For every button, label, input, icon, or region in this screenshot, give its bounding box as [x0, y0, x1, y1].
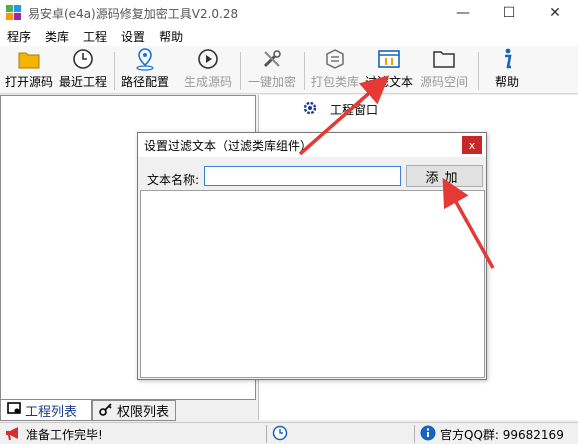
- open-source-label: 打开源码: [4, 75, 53, 89]
- toolbar-separator: [304, 52, 305, 90]
- one-click-encrypt-label: 一键加密: [247, 75, 296, 89]
- menu-settings[interactable]: 设置: [114, 28, 152, 45]
- maximize-button[interactable]: ☐: [486, 0, 532, 26]
- help-label: 帮助: [494, 75, 519, 89]
- filter-icon: [377, 47, 401, 71]
- help-button[interactable]: 帮助: [490, 46, 524, 94]
- dialog-title-bar: 设置过滤文本（过滤类库组件） x: [138, 133, 486, 157]
- key-icon: [99, 402, 113, 420]
- dialog-title: 设置过滤文本（过滤类库组件）: [144, 138, 313, 153]
- menu-project[interactable]: 工程: [76, 28, 114, 45]
- package-icon: [323, 47, 347, 71]
- info-icon: [495, 47, 519, 71]
- generate-source-button[interactable]: 生成源码: [182, 46, 234, 94]
- window-title: 易安卓(e4a)源码修复加密工具V2.0.28: [28, 6, 239, 21]
- text-name-input[interactable]: [204, 166, 401, 186]
- open-source-button[interactable]: 打开源码: [4, 46, 54, 94]
- location-pin-icon: [133, 47, 157, 71]
- pack-library-button[interactable]: 打包类库: [310, 46, 360, 94]
- tab-permission-list-label: 权限列表: [117, 405, 170, 420]
- filter-text-label: 过滤文本: [364, 75, 413, 89]
- status-bar: 准备工作完毕! 官方QQ群: 99682169: [0, 422, 578, 444]
- generate-source-label: 生成源码: [183, 75, 232, 89]
- source-space-button[interactable]: 源码空间: [418, 46, 470, 94]
- dialog-close-button[interactable]: x: [462, 136, 482, 154]
- recent-projects-label: 最近工程: [58, 75, 107, 89]
- status-text: 准备工作完毕!: [26, 428, 103, 442]
- gear-icon: [302, 100, 318, 119]
- status-divider: [266, 425, 267, 443]
- tools-icon: [260, 47, 284, 71]
- play-circle-icon: [196, 47, 220, 71]
- clock-icon: [71, 47, 95, 71]
- project-list-icon: [7, 401, 21, 419]
- project-window-header[interactable]: 工程窗口: [302, 100, 378, 119]
- title-bar: 易安卓(e4a)源码修复加密工具V2.0.28 — ☐ ✕: [0, 0, 578, 26]
- filter-text-button[interactable]: 过滤文本: [364, 46, 414, 94]
- toolbar: 打开源码 最近工程 路径配置 生成源码 一键加密 打包类库 过滤文本 源码空间 …: [0, 46, 578, 94]
- text-name-label: 文本名称:: [147, 173, 200, 187]
- path-config-label: 路径配置: [120, 75, 169, 89]
- menu-bar: 程序 类库 工程 设置 帮助: [0, 26, 578, 46]
- tab-permission-list[interactable]: 权限列表: [92, 400, 176, 421]
- info-circle-icon: [420, 425, 436, 444]
- project-window-label: 工程窗口: [330, 103, 379, 117]
- recent-projects-button[interactable]: 最近工程: [58, 46, 108, 94]
- source-space-label: 源码空间: [419, 75, 468, 89]
- status-clock-icon: [272, 425, 288, 444]
- megaphone-icon: [4, 425, 22, 444]
- path-config-button[interactable]: 路径配置: [120, 46, 170, 94]
- close-button[interactable]: ✕: [532, 0, 578, 26]
- toolbar-separator: [240, 52, 241, 90]
- tab-project-list[interactable]: 工程列表: [0, 400, 92, 421]
- panel-tabs: 工程列表 权限列表: [0, 400, 256, 422]
- menu-library[interactable]: 类库: [38, 28, 76, 45]
- status-divider: [414, 425, 415, 443]
- folder-icon: [17, 47, 41, 71]
- filter-text-dialog: 设置过滤文本（过滤类库组件） x 文本名称: 添加: [137, 132, 487, 380]
- menu-program[interactable]: 程序: [0, 28, 38, 45]
- minimize-button[interactable]: —: [440, 0, 486, 26]
- filter-text-list[interactable]: [140, 190, 485, 378]
- qq-group-text: 官方QQ群: 99682169: [440, 428, 564, 442]
- toolbar-separator: [114, 52, 115, 90]
- app-icon: [6, 5, 22, 21]
- menu-help[interactable]: 帮助: [152, 28, 190, 45]
- pack-library-label: 打包类库: [310, 75, 359, 89]
- folder-outline-icon: [432, 47, 456, 71]
- one-click-encrypt-button[interactable]: 一键加密: [246, 46, 298, 94]
- toolbar-separator: [478, 52, 479, 90]
- add-button[interactable]: 添加: [406, 165, 483, 187]
- tab-project-list-label: 工程列表: [25, 404, 78, 420]
